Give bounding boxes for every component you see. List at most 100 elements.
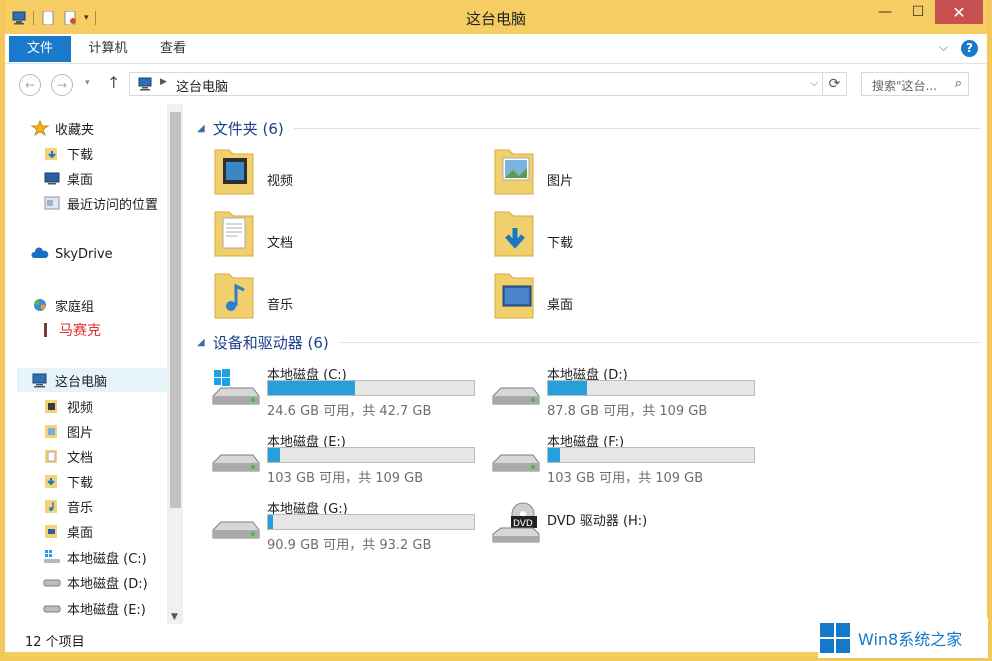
nav-scrollbar[interactable]: ▼ (167, 104, 183, 624)
forward-button[interactable]: → (51, 74, 73, 96)
nav-label: 马赛克 (59, 323, 101, 339)
title-bar[interactable]: ▾ 这台电脑 — ☐ ✕ (5, 0, 987, 34)
documents-folder-icon (214, 211, 254, 257)
drive-g[interactable]: 本地磁盘 (G:) 90.9 GB 可用，共 93.2 GB (211, 496, 481, 556)
up-button[interactable]: ↑ (107, 73, 120, 92)
drive-c[interactable]: 本地磁盘 (C:) 24.6 GB 可用，共 42.7 GB (211, 362, 481, 422)
free-space-text: 90.9 GB 可用，共 93.2 GB (267, 538, 432, 553)
folder-label: 视频 (267, 174, 294, 189)
folder-label: 下载 (547, 236, 574, 251)
downloads-folder-icon (45, 148, 57, 160)
window-title: 这台电脑 (465, 10, 526, 28)
nav-label: 文档 (67, 450, 94, 466)
videos-folder-icon (214, 149, 254, 195)
scroll-down-arrow-icon[interactable]: ▼ (171, 612, 178, 622)
videos-folder-icon (45, 400, 57, 413)
scrollbar-thumb[interactable] (170, 112, 181, 508)
group-title: 文件夹 (6) (212, 120, 284, 138)
folders-group-header[interactable]: ◢ 文件夹 (6) (197, 118, 981, 139)
tab-computer[interactable]: 计算机 (77, 36, 139, 62)
nav-label: 桌面 (67, 525, 94, 541)
hard-drive-icon (43, 579, 61, 587)
system-drive-icon (212, 369, 260, 405)
close-button[interactable]: ✕ (935, 0, 983, 24)
folder-pictures[interactable]: 图片 (491, 144, 761, 204)
drive-dvd[interactable]: DVD DVD 驱动器 (H:) (491, 496, 761, 556)
nav-label: SkyDrive (55, 246, 113, 262)
free-space-text: 103 GB 可用，共 109 GB (547, 471, 704, 486)
navigation-pane: 收藏夹 下载 桌面 最近访问的位置 SkyDrive 家庭组 马赛克 这台电脑 (5, 104, 183, 624)
homegroup-icon (34, 299, 46, 311)
tab-view[interactable]: 查看 (145, 36, 201, 62)
hard-drive-icon (492, 387, 540, 405)
nav-label: 下载 (67, 475, 94, 491)
folder-desktop[interactable]: 桌面 (491, 268, 761, 328)
free-space-text: 24.6 GB 可用，共 42.7 GB (267, 404, 432, 419)
breadcrumb-this-pc[interactable]: 这台电脑 (176, 76, 228, 95)
folder-documents[interactable]: 文档 (211, 206, 481, 266)
back-button[interactable]: ← (19, 74, 41, 96)
folder-label: 音乐 (267, 298, 294, 313)
usage-bar-fill (268, 515, 273, 529)
hard-drive-icon (212, 521, 260, 539)
group-title: 设备和驱动器 (6) (212, 334, 329, 352)
usage-bar (267, 380, 475, 396)
drive-name: DVD 驱动器 (H:) (547, 514, 648, 529)
hard-drive-icon (43, 605, 61, 613)
tab-file[interactable]: 文件 (9, 36, 71, 62)
folder-music[interactable]: 音乐 (211, 268, 481, 328)
collapse-chevron-icon[interactable]: ◢ (197, 123, 205, 134)
recent-locations-dropdown[interactable]: ▾ (85, 78, 90, 88)
usage-bar-fill (548, 381, 587, 395)
computer-icon (32, 373, 47, 388)
refresh-button[interactable]: ⟳ (823, 72, 847, 96)
downloads-folder-icon (494, 211, 534, 257)
nav-label: 收藏夹 (55, 122, 95, 138)
music-folder-icon (45, 500, 57, 513)
usage-bar (547, 447, 755, 463)
pictures-folder-icon (494, 149, 534, 195)
watermark-text: Win8系统之家 (858, 630, 963, 649)
cloud-icon (31, 247, 49, 258)
windows-logo-icon (820, 623, 850, 653)
devices-group-header[interactable]: ◢ 设备和驱动器 (6) (197, 332, 981, 353)
folder-label: 桌面 (547, 298, 574, 313)
folder-videos[interactable]: 视频 (211, 144, 481, 204)
search-icon[interactable]: ⌕ (955, 76, 962, 91)
expand-ribbon-chevron-icon[interactable]: ⌵ (939, 40, 948, 55)
ribbon: 文件 计算机 查看 ⌵ ? (5, 34, 987, 64)
usage-bar (547, 380, 755, 396)
desktop-folder-icon (45, 525, 57, 538)
free-space-text: 87.8 GB 可用，共 109 GB (547, 404, 708, 419)
nav-label: 家庭组 (55, 299, 95, 315)
usage-bar-fill (268, 448, 280, 462)
nav-this-pc[interactable]: 这台电脑 (17, 368, 167, 392)
nav-label: 音乐 (67, 500, 94, 516)
free-space-text: 103 GB 可用，共 109 GB (267, 471, 424, 486)
folder-label: 文档 (267, 236, 294, 251)
search-input[interactable]: 搜索"这台... ⌕ (861, 72, 969, 96)
nav-label: 最近访问的位置 (67, 197, 159, 213)
breadcrumb-arrow-icon[interactable]: ▶ (160, 77, 167, 87)
usage-bar (267, 447, 475, 463)
drive-e[interactable]: 本地磁盘 (E:) 103 GB 可用，共 109 GB (211, 429, 481, 489)
window-border: ▾ 这台电脑 — ☐ ✕ 文件 计算机 查看 ⌵ ? ← → ▾ ↑ ▶ 这台电… (0, 0, 992, 661)
collapse-chevron-icon[interactable]: ◢ (197, 337, 205, 348)
folder-downloads[interactable]: 下载 (491, 206, 761, 266)
user-icon (44, 323, 47, 337)
drive-d[interactable]: 本地磁盘 (D:) 87.8 GB 可用，共 109 GB (491, 362, 761, 422)
recent-places-icon (44, 196, 60, 210)
drive-f[interactable]: 本地磁盘 (F:) 103 GB 可用，共 109 GB (491, 429, 761, 489)
folder-label: 图片 (547, 174, 574, 189)
usage-bar-fill (268, 381, 355, 395)
search-placeholder: 搜索"这台... (872, 79, 937, 93)
help-icon[interactable]: ? (961, 40, 978, 57)
address-history-dropdown[interactable]: ⌵ (810, 78, 818, 89)
minimize-button[interactable]: — (870, 0, 900, 24)
address-bar[interactable]: ▶ 这台电脑 ⌵ (129, 72, 823, 96)
hard-drive-icon (212, 454, 260, 472)
content-pane: ◢ 文件夹 (6) 视频 图片 文档 下载 音乐 桌面 ◢ 设备和驱动器 (6)… (183, 104, 987, 624)
maximize-button[interactable]: ☐ (903, 0, 933, 24)
explorer-window: ▾ 这台电脑 — ☐ ✕ 文件 计算机 查看 ⌵ ? ← → ▾ ↑ ▶ 这台电… (5, 0, 987, 656)
nav-label: 桌面 (67, 172, 94, 188)
